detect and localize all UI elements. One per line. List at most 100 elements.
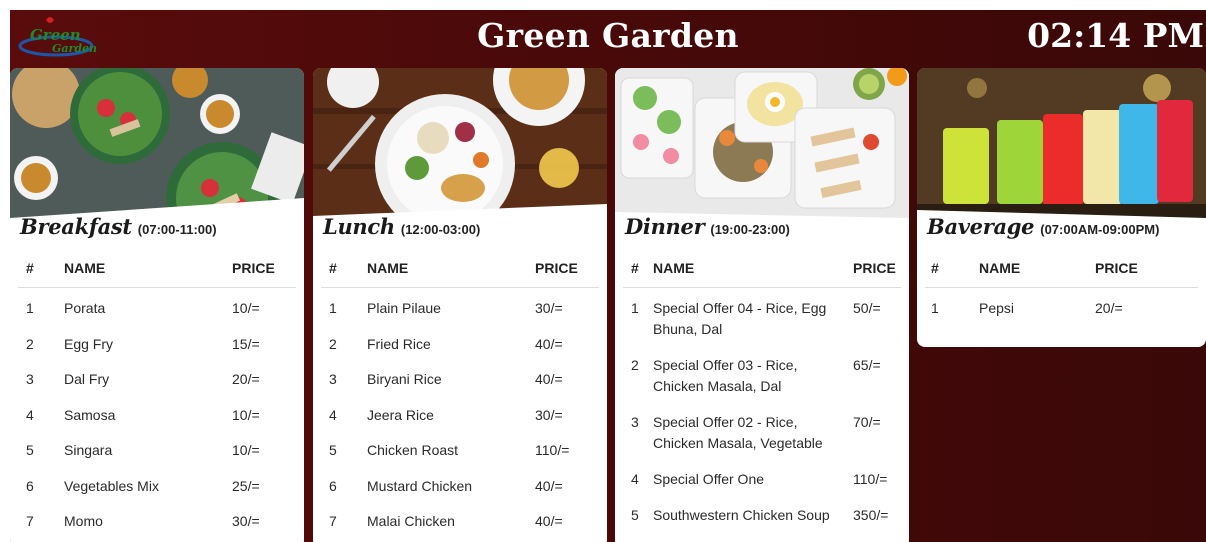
col-name-header: NAME <box>367 260 409 276</box>
item-price: 50/= <box>853 300 881 316</box>
breakfast-photo <box>10 68 304 228</box>
header: Green Garden Green Garden 02:14 PM <box>10 10 1206 68</box>
menu-item-row: 4 Samosa 10/= <box>18 395 296 431</box>
menu-item-row: 5 Singara 10/= <box>18 430 296 466</box>
item-name: Singara <box>64 442 113 458</box>
item-number: 5 <box>329 442 337 458</box>
breakfast-items: 1 Porata 10/= 2 Egg Fry 15/= 3 Dal Fry 20/= 4 S… <box>18 288 296 537</box>
menu-item-row: 1 Special Offer 04 - Rice, Egg Bhuna, Dal… <box>623 288 901 345</box>
item-name: Chicken Roast <box>367 442 459 458</box>
beverage-photo <box>917 68 1206 228</box>
item-name: Special Offer 03 - Rice, Chicken Masala,… <box>653 357 798 394</box>
item-number: 2 <box>631 357 639 373</box>
beverage-hours: (07:00AM-09:00PM) <box>1040 222 1160 237</box>
col-name-header: NAME <box>979 260 1021 276</box>
item-price: 20/= <box>1095 300 1123 316</box>
item-name: Momo <box>64 513 103 529</box>
breakfast-title: Breakfast <box>20 214 132 239</box>
col-name-header: NAME <box>653 260 695 276</box>
item-price: 350/= <box>853 506 889 523</box>
beverage-card: Baverage (07:00AM-09:00PM) # NAME PRICE … <box>917 68 1206 347</box>
menu-item-row: 6 Mustard Chicken 40/= <box>321 466 599 502</box>
col-price-header: PRICE <box>535 260 578 276</box>
item-name: Special Offer 04 - Rice, Egg Bhuna, Dal <box>653 300 827 337</box>
item-name: Samosa <box>64 406 116 423</box>
item-number: 4 <box>26 406 34 423</box>
item-price: 15/= <box>232 335 260 352</box>
col-number-header: # <box>329 260 337 276</box>
item-number: 1 <box>26 300 34 316</box>
lunch-table-header: # NAME PRICE <box>321 260 599 288</box>
item-price: 30/= <box>535 406 563 423</box>
item-name: Vegetables Mix <box>64 477 159 494</box>
menu-item-row: 1 Pepsi 20/= <box>925 288 1198 324</box>
item-price: 10/= <box>232 300 260 316</box>
item-name: Malai Chicken <box>367 513 455 529</box>
item-name: Southwestern Chicken Soup <box>653 506 830 523</box>
breakfast-card: Breakfast (07:00-11:00) # NAME PRICE 1 Po… <box>10 68 304 542</box>
item-price: 65/= <box>853 357 881 373</box>
item-number: 7 <box>26 513 34 529</box>
item-number: 4 <box>631 471 639 487</box>
item-number: 6 <box>26 477 34 494</box>
item-name: Dal Fry <box>64 371 110 387</box>
menu-item-row: 7 Malai Chicken 40/= <box>321 501 599 537</box>
item-price: 10/= <box>232 442 260 458</box>
item-number: 3 <box>631 414 639 430</box>
dinner-items: 1 Special Offer 04 - Rice, Egg Bhuna, Dal… <box>623 288 901 530</box>
item-price: 30/= <box>535 300 563 316</box>
item-name: Special Offer One <box>653 471 765 487</box>
breakfast-table-header: # NAME PRICE <box>18 260 296 288</box>
dinner-card: Dinner (19:00-23:00) # NAME PRICE 1 Speci… <box>615 68 909 542</box>
menu-item-row: 5 Southwestern Chicken Soup 350/= <box>623 495 901 531</box>
item-price: 20/= <box>232 371 260 387</box>
menu-item-row: 1 Plain Pilaue 30/= <box>321 288 599 324</box>
item-number: 1 <box>631 300 639 316</box>
menu-item-row: 7 Momo 30/= <box>18 501 296 537</box>
item-name: Fried Rice <box>367 335 431 352</box>
item-number: 4 <box>329 406 337 423</box>
menu-item-row: 2 Egg Fry 15/= <box>18 324 296 360</box>
item-name: Jeera Rice <box>367 406 434 423</box>
item-name: Plain Pilaue <box>367 300 441 316</box>
item-name: Pepsi <box>979 300 1015 316</box>
dinner-table-header: # NAME PRICE <box>623 260 901 288</box>
dinner-title: Dinner <box>625 214 705 239</box>
item-number: 3 <box>329 371 337 387</box>
dinner-photo <box>615 68 909 228</box>
col-number-header: # <box>631 260 639 276</box>
item-name: Porata <box>64 300 106 316</box>
item-number: 5 <box>631 506 639 523</box>
lunch-hours: (12:00-03:00) <box>400 222 481 237</box>
menu-item-row: 2 Special Offer 03 - Rice, Chicken Masala… <box>623 345 901 402</box>
item-price: 25/= <box>232 477 260 494</box>
item-number: 1 <box>329 300 337 316</box>
item-price: 110/= <box>535 442 570 458</box>
lunch-items: 1 Plain Pilaue 30/= 2 Fried Rice 40/= 3 Birya… <box>321 288 599 537</box>
beverage-items: 1 Pepsi 20/= <box>925 288 1198 324</box>
item-number: 1 <box>931 300 939 316</box>
dinner-hours: (19:00-23:00) <box>710 222 790 237</box>
col-number-header: # <box>26 260 34 276</box>
col-number-header: # <box>931 260 939 276</box>
menu-item-row: 3 Special Offer 02 - Rice, Chicken Masala… <box>623 402 901 459</box>
lunch-photo <box>313 68 607 228</box>
item-number: 7 <box>329 513 337 529</box>
item-number: 5 <box>26 442 34 458</box>
menu-item-row: 3 Dal Fry 20/= <box>18 359 296 395</box>
lunch-card: Lunch (12:00-03:00) # NAME PRICE 1 Plain … <box>313 68 607 542</box>
menu-item-row: 5 Chicken Roast 110/= <box>321 430 599 466</box>
item-price: 70/= <box>853 414 881 430</box>
item-number: 2 <box>26 335 34 352</box>
item-name: Mustard Chicken <box>367 477 473 494</box>
item-price: 30/= <box>232 513 260 529</box>
lunch-title: Lunch <box>323 214 395 239</box>
col-price-header: PRICE <box>232 260 275 276</box>
item-number: 6 <box>329 477 337 494</box>
item-price: 10/= <box>232 406 260 423</box>
clock-display: 02:14 PM <box>1027 16 1204 55</box>
menu-item-row: 4 Special Offer One 110/= <box>623 459 901 495</box>
menu-item-row: 4 Jeera Rice 30/= <box>321 395 599 431</box>
beverage-table-header: # NAME PRICE <box>925 260 1198 288</box>
item-price: 40/= <box>535 335 563 352</box>
